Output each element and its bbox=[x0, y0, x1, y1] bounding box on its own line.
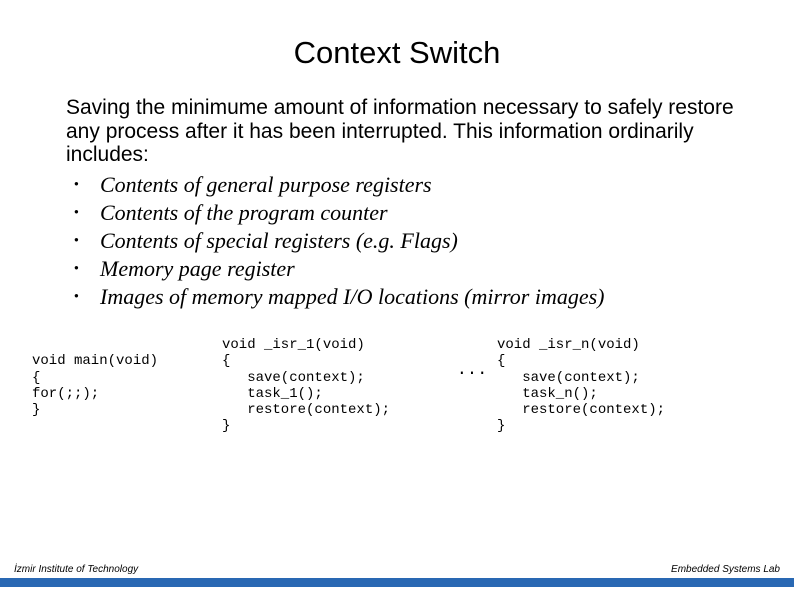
bullet-item: Contents of special registers (e.g. Flag… bbox=[74, 227, 734, 255]
code-isr-1: void _isr_1(void) { save(context); task_… bbox=[222, 337, 447, 434]
ellipsis: ... bbox=[447, 361, 497, 380]
slide-title: Context Switch bbox=[40, 35, 754, 71]
footer-right: Embedded Systems Lab bbox=[671, 564, 780, 575]
code-isr-n: void _isr_n(void) { save(context); task_… bbox=[497, 337, 754, 434]
code-main: void main(void) { for(;;); } bbox=[32, 353, 222, 417]
bullet-list: Contents of general purpose registers Co… bbox=[74, 171, 734, 312]
bullet-item: Contents of general purpose registers bbox=[74, 171, 734, 199]
footer-left: İzmir Institute of Technology bbox=[14, 564, 138, 575]
footer-bar bbox=[0, 578, 794, 587]
bullet-item: Images of memory mapped I/O locations (m… bbox=[74, 283, 734, 311]
bullet-item: Memory page register bbox=[74, 255, 734, 283]
footer: İzmir Institute of Technology Embedded S… bbox=[0, 564, 794, 587]
intro-paragraph: Saving the minimume amount of informatio… bbox=[66, 96, 734, 167]
code-row: void main(void) { for(;;); } void _isr_1… bbox=[32, 337, 754, 434]
bullet-item: Contents of the program counter bbox=[74, 199, 734, 227]
footer-text: İzmir Institute of Technology Embedded S… bbox=[0, 564, 794, 578]
slide: Context Switch Saving the minimume amoun… bbox=[0, 0, 794, 595]
